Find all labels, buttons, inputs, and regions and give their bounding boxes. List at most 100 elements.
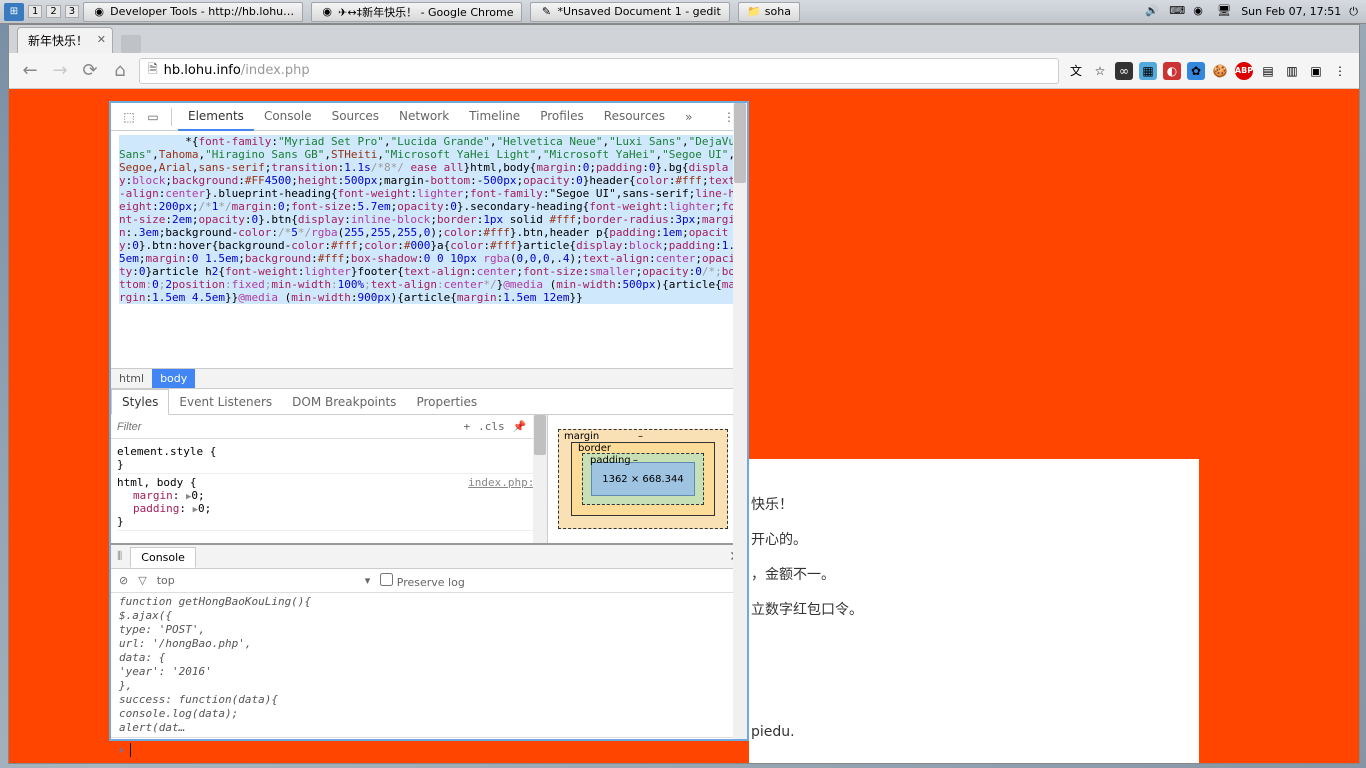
- devtools-tabbar: ⬚ ▭ ElementsConsoleSourcesNetworkTimelin…: [111, 103, 747, 131]
- star-icon[interactable]: ☆: [1091, 62, 1109, 80]
- close-icon[interactable]: ✕: [97, 33, 106, 46]
- url-host: hb.lohu.info: [164, 63, 241, 78]
- console-prompt-icon: ›: [119, 743, 124, 757]
- rule-source-link[interactable]: index.php:7: [468, 476, 541, 489]
- translate-icon[interactable]: 文: [1067, 62, 1085, 80]
- tab-elements[interactable]: Elements: [178, 103, 254, 131]
- keyboard-icon[interactable]: ⌨: [1169, 4, 1185, 20]
- taskbar-chrome[interactable]: ◉✈↔‡新年快乐！ - Google Chrome: [311, 2, 522, 22]
- filter-icon[interactable]: ▽: [138, 574, 146, 587]
- tab-network[interactable]: Network: [389, 103, 459, 131]
- page-viewport: 快乐！ 开心的。 ，金额不一。 立数字红包口令。 piedu. ⬚ ▭ Elem…: [9, 89, 1359, 763]
- ext-icon[interactable]: ✿: [1187, 62, 1205, 80]
- back-button[interactable]: ←: [19, 60, 41, 81]
- chrome-tabstrip: 新年快乐！ ✕: [9, 25, 1359, 53]
- ext-icon[interactable]: ▤: [1259, 62, 1277, 80]
- text-caret: [130, 743, 131, 757]
- shutdown-icon[interactable]: ⏻: [1349, 5, 1358, 19]
- gedit-icon: ✎: [539, 5, 553, 19]
- styles-tab-styles[interactable]: Styles: [111, 389, 169, 415]
- reload-button[interactable]: ⟳: [79, 60, 101, 81]
- scrollbar-thumb[interactable]: [734, 131, 746, 183]
- workspace-1[interactable]: 1: [28, 5, 42, 18]
- console-line: $.ajax({: [119, 609, 739, 623]
- ext-icon[interactable]: ▣: [1307, 62, 1325, 80]
- forward-button[interactable]: →: [49, 60, 71, 81]
- elements-panel[interactable]: *{font-family:"Myriad Set Pro","Lucida G…: [111, 131, 747, 369]
- scrollbar[interactable]: [533, 415, 547, 543]
- styles-rules-pane[interactable]: + .cls 📌 ◈ element.style {} index.php:7 …: [111, 415, 547, 543]
- computed-box-model[interactable]: margin – border padding – 1362 × 668.344: [547, 415, 747, 543]
- breadcrumb: htmlbody: [111, 369, 747, 389]
- console-line: type: 'POST',: [119, 623, 739, 637]
- chrome-menu-icon[interactable]: ⋮: [1331, 62, 1349, 80]
- css-property[interactable]: padding: ▶0;: [133, 502, 541, 515]
- display-icon[interactable]: 🖥: [1217, 4, 1233, 20]
- preserve-log-checkbox[interactable]: Preserve log: [380, 573, 465, 589]
- bm-content: 1362 × 668.344: [591, 462, 695, 496]
- ext-icon[interactable]: 🍪: [1211, 62, 1229, 80]
- devtools-panel: ⬚ ▭ ElementsConsoleSourcesNetworkTimelin…: [109, 101, 749, 741]
- preserve-log-input[interactable]: [380, 573, 393, 586]
- console-output[interactable]: function getHongBaoKouLing(){ $.ajax({ t…: [111, 593, 747, 737]
- separator: [171, 108, 172, 126]
- page-text: piedu.: [751, 724, 795, 740]
- inspect-icon[interactable]: ⬚: [117, 106, 141, 128]
- device-icon[interactable]: ▭: [141, 106, 165, 128]
- styles-tab-event-listeners[interactable]: Event Listeners: [169, 390, 282, 414]
- extensions-area: 文 ☆ ∞ ▦ ◐ ✿ 🍪 ABP ▤ ▥ ▣ ⋮: [1067, 62, 1349, 80]
- page-text: ，金额不一。: [751, 564, 835, 584]
- tab-resources[interactable]: Resources: [594, 103, 675, 131]
- console-line: data: {: [119, 651, 739, 665]
- clock[interactable]: Sun Feb 07, 17:51: [1241, 5, 1341, 18]
- tab-timeline[interactable]: Timeline: [459, 103, 530, 131]
- cls-toggle[interactable]: .cls: [478, 420, 505, 433]
- ext-icon[interactable]: ◐: [1163, 62, 1181, 80]
- volume-icon[interactable]: 🔊: [1145, 4, 1161, 20]
- bm-margin-label: margin: [564, 431, 599, 442]
- clear-console-icon[interactable]: ⊘: [119, 574, 128, 587]
- drawer-tab-console[interactable]: Console: [130, 547, 196, 568]
- context-dropdown-icon[interactable]: ▾: [365, 574, 371, 587]
- crumb-body[interactable]: body: [152, 369, 195, 388]
- scrollbar[interactable]: [733, 131, 747, 369]
- browser-tab[interactable]: 新年快乐！ ✕: [17, 27, 113, 53]
- taskbar-devtools[interactable]: ◉Developer Tools - http://hb.lohu…: [83, 2, 303, 22]
- incognito-icon[interactable]: ∞: [1115, 62, 1133, 80]
- taskbar-folder[interactable]: 📁soha: [738, 2, 800, 22]
- taskbar-gedit[interactable]: ✎*Unsaved Document 1 - gedit: [530, 2, 729, 22]
- console-line: url: '/hongBao.php',: [119, 637, 739, 651]
- pin-icon[interactable]: 📌: [513, 420, 527, 433]
- chrome-tray-icon[interactable]: ◉: [1193, 4, 1209, 20]
- styles-tab-dom-breakpoints[interactable]: DOM Breakpoints: [282, 390, 406, 414]
- adblock-icon[interactable]: ABP: [1235, 62, 1253, 80]
- add-rule-icon[interactable]: +: [464, 420, 471, 433]
- context-selector[interactable]: top: [157, 574, 175, 587]
- preserve-log-label: Preserve log: [397, 576, 465, 589]
- ext-icon[interactable]: ▦: [1139, 62, 1157, 80]
- home-button[interactable]: ⌂: [109, 60, 131, 81]
- styles-tab-properties[interactable]: Properties: [406, 390, 487, 414]
- app-menu-icon[interactable]: ⊞: [4, 3, 24, 21]
- styles-filter-input[interactable]: [117, 421, 217, 433]
- page-text: 开心的。: [751, 529, 807, 549]
- workspace-3[interactable]: 3: [65, 5, 79, 18]
- workspace-2[interactable]: 2: [46, 5, 60, 18]
- styles-filter-bar: + .cls 📌 ◈: [111, 415, 547, 439]
- css-rule[interactable]: index.php:7 html, body { margin: ▶0;padd…: [117, 474, 541, 531]
- styles-rules: element.style {} index.php:7 html, body …: [111, 439, 547, 535]
- scrollbar-thumb[interactable]: [534, 415, 546, 455]
- ext-icon[interactable]: ▥: [1283, 62, 1301, 80]
- css-rule[interactable]: element.style {}: [117, 443, 541, 474]
- console-line: success: function(data){: [119, 693, 739, 707]
- console-input-row[interactable]: ›: [111, 737, 747, 761]
- tab-profiles[interactable]: Profiles: [530, 103, 594, 131]
- tab-console[interactable]: Console: [254, 103, 322, 131]
- tab-sources[interactable]: Sources: [322, 103, 389, 131]
- new-tab-button[interactable]: [121, 35, 141, 53]
- address-bar[interactable]: 🗎 hb.lohu.info/index.php: [139, 58, 1059, 84]
- css-property[interactable]: margin: ▶0;: [133, 489, 541, 502]
- tab-more[interactable]: »: [675, 104, 702, 130]
- crumb-html[interactable]: html: [111, 369, 152, 388]
- drawer-toggle-icon[interactable]: ⦀: [117, 549, 122, 564]
